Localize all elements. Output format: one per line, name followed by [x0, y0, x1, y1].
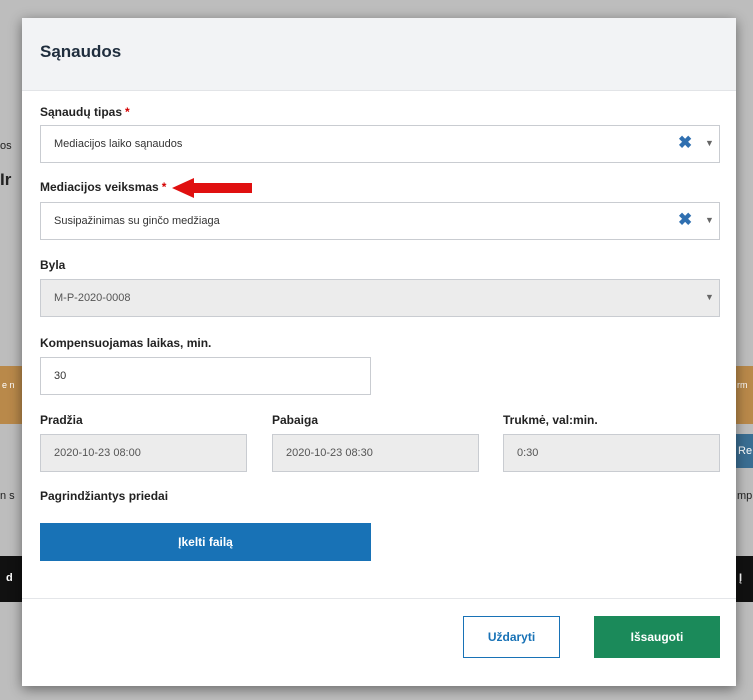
background-fragment: Į: [739, 572, 743, 584]
start-label: Pradžia: [40, 413, 83, 427]
red-arrow-icon: [172, 178, 252, 198]
compensated-time-label: Kompensuojamas laikas, min.: [40, 336, 212, 350]
start-value: 2020-10-23 08:00: [54, 447, 141, 459]
clear-x-icon[interactable]: ✖: [678, 133, 692, 153]
modal-header: Sąnaudos: [22, 18, 736, 91]
end-value: 2020-10-23 08:30: [286, 447, 373, 459]
duration-field: 0:30: [503, 434, 720, 472]
background-fragment: n s: [0, 490, 15, 502]
expense-type-label-text: Sąnaudų tipas: [40, 105, 123, 119]
compensated-time-value: 30: [54, 370, 67, 382]
caret-down-icon[interactable]: ▼: [705, 215, 714, 225]
expense-type-label: Sąnaudų tipas *: [40, 105, 130, 119]
modal-title: Sąnaudos: [40, 42, 122, 61]
case-value: M-P-2020-0008: [54, 292, 131, 304]
case-select: M-P-2020-0008 ▼: [40, 279, 720, 317]
caret-down-icon: ▼: [705, 292, 714, 302]
compensated-time-input[interactable]: 30: [40, 357, 371, 395]
start-datetime-field: 2020-10-23 08:00: [40, 434, 247, 472]
caret-down-icon[interactable]: ▼: [705, 138, 714, 148]
case-label: Byla: [40, 258, 66, 272]
close-button[interactable]: Uždaryti: [463, 616, 560, 658]
mediation-action-value: Susipažinimas su ginčo medžiaga: [54, 215, 220, 227]
background-fragment: mp: [737, 490, 753, 502]
background-warning-banner-right: [736, 366, 753, 424]
end-label: Pabaiga: [272, 413, 319, 427]
required-mark: *: [125, 105, 130, 119]
background-fragment: rm: [737, 380, 748, 390]
background-warning-banner-left: [0, 366, 22, 424]
upload-file-button[interactable]: Įkelti failą: [40, 523, 371, 561]
duration-value: 0:30: [517, 447, 539, 459]
footer-divider: [22, 598, 736, 599]
save-button[interactable]: Išsaugoti: [594, 616, 720, 658]
attachments-label: Pagrindžiantys priedai: [40, 489, 169, 503]
mediation-action-label-text: Mediacijos veiksmas: [40, 180, 159, 194]
background-fragment: e n: [2, 380, 15, 390]
clear-x-icon[interactable]: ✖: [678, 210, 692, 230]
required-mark: *: [161, 180, 167, 194]
expense-type-select[interactable]: Mediacijos laiko sąnaudos ✖ ▼: [40, 125, 720, 163]
mediation-action-label: Mediacijos veiksmas *: [40, 180, 166, 194]
duration-label: Trukmė, val:min.: [503, 413, 598, 427]
background-fragment: os: [0, 140, 12, 152]
expense-type-value: Mediacijos laiko sąnaudos: [54, 138, 183, 150]
mediation-action-select[interactable]: Susipažinimas su ginčo medžiaga ✖ ▼: [40, 202, 720, 240]
background-fragment: Re: [738, 445, 753, 457]
end-datetime-field: 2020-10-23 08:30: [272, 434, 479, 472]
background-fragment: Ir: [0, 170, 12, 189]
background-fragment: d: [6, 572, 13, 584]
expense-modal: Sąnaudos Sąnaudų tipas * Mediacijos laiko…: [22, 18, 736, 686]
